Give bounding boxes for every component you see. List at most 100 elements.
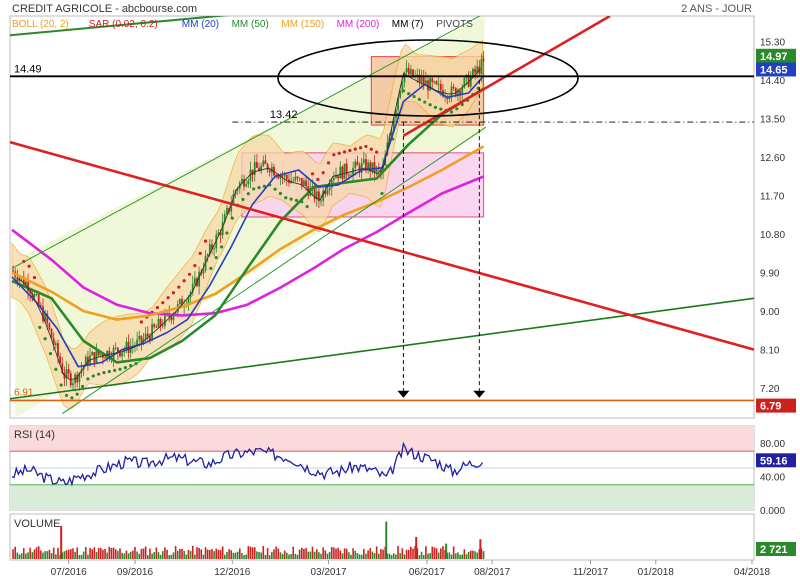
volume-bar <box>70 549 72 559</box>
volume-bar <box>213 551 215 559</box>
volume-bar <box>360 554 363 559</box>
volume-bar <box>189 551 192 559</box>
candle-body <box>371 162 374 172</box>
candle-body <box>303 180 305 186</box>
volume-bar <box>324 550 327 559</box>
legend-item-4: MM (150) <box>281 19 324 30</box>
sar-dot <box>198 251 202 255</box>
candle-body <box>245 184 248 187</box>
sar-dot <box>118 367 122 371</box>
volume-bar <box>482 551 485 559</box>
candle-body <box>121 352 124 357</box>
volume-bar <box>149 548 151 559</box>
sar-dot <box>401 89 405 93</box>
volume-bar <box>454 553 457 559</box>
candle-body <box>35 294 38 295</box>
sar-dot <box>75 392 79 396</box>
volume-bar <box>25 553 27 559</box>
volume-bar <box>343 548 346 559</box>
volume-bar <box>382 549 384 559</box>
volume-bar <box>303 548 305 559</box>
legend-item-0: BOLL (20, 2) <box>12 19 69 30</box>
price-tick-label: 10.80 <box>760 230 785 241</box>
volume-bar <box>12 549 14 559</box>
candle-body <box>439 84 442 91</box>
sar-dot <box>337 151 341 155</box>
candle-body <box>437 84 440 85</box>
volume-bar <box>35 547 38 559</box>
candle-body <box>114 347 117 349</box>
volume-bar <box>194 554 196 559</box>
volume-bar <box>238 548 241 559</box>
price-tick-label: 8.10 <box>760 346 780 357</box>
x-tick-label: 01/2018 <box>638 567 675 578</box>
volume-bar <box>230 550 233 559</box>
volume-bar <box>104 548 106 559</box>
volume-bar <box>367 550 369 559</box>
volume-bar <box>114 549 117 559</box>
legend-item-5: MM (200) <box>337 19 380 30</box>
candle-body <box>247 180 250 185</box>
candle-body <box>255 162 258 168</box>
x-tick-label: 07/2016 <box>51 567 88 578</box>
candle-body <box>373 162 376 174</box>
candle-body <box>469 76 472 87</box>
price-y-axis: 15.30 14.40 13.50 12.60 11.70 10.80 9.90 9.00 8.… <box>756 38 796 413</box>
volume-bar <box>236 551 239 559</box>
volume-bar <box>125 550 128 559</box>
volume-bar <box>313 551 316 559</box>
period-label: 2 ANS - JOUR <box>681 3 752 15</box>
volume-bar <box>89 547 91 559</box>
legend-item-7: PIVOTS <box>436 19 473 30</box>
sar-dot <box>348 148 352 153</box>
volume-bar <box>181 548 183 559</box>
candle-body <box>146 333 149 337</box>
candle-body <box>91 352 94 356</box>
candle-body <box>409 69 412 75</box>
sar-dot <box>407 92 411 96</box>
volume-bar <box>215 548 218 559</box>
candle-body <box>178 299 181 305</box>
volume-bar <box>102 549 104 559</box>
volume-bar <box>377 553 380 559</box>
sar-dot <box>433 105 438 110</box>
sar-dot <box>321 171 325 175</box>
sar-dot <box>187 272 192 276</box>
volume-bar <box>52 547 55 559</box>
candle-body <box>347 174 350 176</box>
candle-body <box>253 162 256 175</box>
sar-dot <box>113 368 117 372</box>
candle-body <box>405 68 408 73</box>
volume-panel-label: VOLUME <box>14 518 60 530</box>
volume-bar <box>191 545 194 559</box>
sar-dot <box>332 153 336 157</box>
sar-dot <box>380 191 384 196</box>
x-tick-label: 08/2017 <box>474 567 511 578</box>
volume-bar <box>37 546 40 559</box>
volume-bar <box>204 547 207 559</box>
volume-bar <box>437 552 440 559</box>
volume-bar <box>65 550 68 559</box>
volume-bar <box>266 548 269 559</box>
volume-bar <box>198 548 200 559</box>
candle-body <box>326 190 329 195</box>
volume-bar <box>298 549 301 559</box>
volume-bar <box>221 546 224 559</box>
volume-bar <box>465 554 468 559</box>
volume-bar <box>140 548 143 559</box>
sar-dot <box>219 245 224 249</box>
volume-bar <box>22 548 25 559</box>
volume-bar <box>290 553 292 559</box>
volume-bar <box>166 549 168 559</box>
price-tick-label: 7.20 <box>760 384 780 395</box>
x-tick-label: 12/2016 <box>214 567 251 578</box>
price-tick-label: 15.30 <box>760 38 785 49</box>
volume-bar <box>142 548 145 559</box>
volume-bar <box>110 548 113 559</box>
volume-bar <box>309 551 312 559</box>
candle-body <box>54 343 57 346</box>
volume-bar <box>18 554 21 559</box>
candle-body <box>420 77 423 83</box>
candle-body <box>12 270 14 272</box>
volume-bar <box>185 554 188 559</box>
